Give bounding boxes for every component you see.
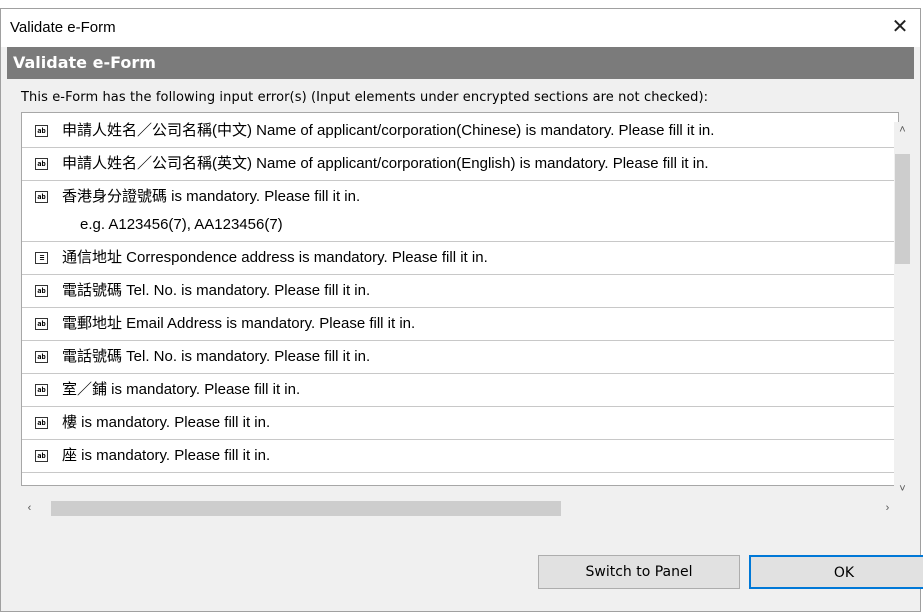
error-list-content: ab 申請人姓名／公司名稱(中文) Name of applicant/corpo…: [22, 115, 898, 473]
error-message: 香港身分證號碼 is mandatory. Please fill it in.: [62, 188, 361, 205]
text-field-icon: ab: [35, 417, 48, 429]
error-message: 申請人姓名／公司名稱(中文) Name of applicant/corpora…: [62, 122, 715, 139]
address-field-icon: ≡: [35, 252, 48, 264]
text-field-icon: ab: [35, 158, 48, 170]
vertical-scrollbar[interactable]: ˄ ˅: [894, 122, 911, 498]
text-field-icon: ab: [35, 318, 48, 330]
error-list-item[interactable]: ab 申請人姓名／公司名稱(中文) Name of applicant/corpo…: [22, 115, 898, 148]
window-title: Validate e-Form: [10, 19, 116, 36]
scroll-right-icon[interactable]: ›: [879, 500, 896, 517]
error-message: 電郵地址 Email Address is mandatory. Please …: [62, 315, 416, 332]
scroll-left-icon[interactable]: ‹: [21, 500, 38, 517]
error-list-item[interactable]: ab 電話號碼 Tel. No. is mandatory. Please fil…: [22, 275, 898, 308]
close-icon[interactable]: ✕: [888, 15, 912, 39]
error-message: 申請人姓名／公司名稱(英文) Name of applicant/corpora…: [62, 155, 709, 172]
horizontal-scrollbar[interactable]: ‹ ›: [21, 500, 896, 517]
error-summary-message: This e-Form has the following input erro…: [21, 90, 709, 105]
scroll-down-icon[interactable]: ˅: [894, 481, 911, 498]
error-list-item[interactable]: ≡ 通信地址 Correspondence address is mandator…: [22, 242, 898, 275]
text-field-icon: ab: [35, 191, 48, 203]
error-list-item[interactable]: ab 香港身分證號碼 is mandatory. Please fill it i…: [22, 181, 898, 242]
text-field-icon: ab: [35, 450, 48, 462]
error-list[interactable]: ab 申請人姓名／公司名稱(中文) Name of applicant/corpo…: [21, 112, 899, 486]
scroll-up-icon[interactable]: ˄: [894, 122, 911, 139]
vertical-scroll-thumb[interactable]: [895, 154, 910, 264]
title-bar: Validate e-Form ✕: [1, 9, 920, 47]
error-list-item[interactable]: ab 電話號碼 Tel. No. is mandatory. Please fil…: [22, 341, 898, 374]
text-field-icon: ab: [35, 384, 48, 396]
error-list-item[interactable]: ab 座 is mandatory. Please fill it in.: [22, 440, 898, 473]
text-field-icon: ab: [35, 285, 48, 297]
error-message: 室／鋪 is mandatory. Please fill it in.: [62, 381, 301, 398]
text-field-icon: ab: [35, 351, 48, 363]
ok-button[interactable]: OK: [749, 555, 923, 589]
horizontal-scroll-thumb[interactable]: [51, 501, 561, 516]
error-message: 樓 is mandatory. Please fill it in.: [62, 414, 271, 431]
error-message: 電話號碼 Tel. No. is mandatory. Please fill …: [62, 282, 371, 299]
text-field-icon: ab: [35, 125, 48, 137]
error-list-item[interactable]: ab 申請人姓名／公司名稱(英文) Name of applicant/corpo…: [22, 148, 898, 181]
dialog-banner: Validate e-Form: [7, 47, 914, 79]
error-list-item[interactable]: ab 電郵地址 Email Address is mandatory. Pleas…: [22, 308, 898, 341]
error-list-item[interactable]: ab 室／鋪 is mandatory. Please fill it in.: [22, 374, 898, 407]
error-list-item[interactable]: ab 樓 is mandatory. Please fill it in.: [22, 407, 898, 440]
error-message: 座 is mandatory. Please fill it in.: [62, 447, 271, 464]
switch-to-panel-button[interactable]: Switch to Panel: [538, 555, 740, 589]
error-message: 通信地址 Correspondence address is mandatory…: [62, 249, 488, 266]
error-hint: e.g. A123456(7), AA123456(7): [80, 216, 283, 233]
error-message: 電話號碼 Tel. No. is mandatory. Please fill …: [62, 348, 371, 365]
background-window-strip: [0, 0, 923, 8]
